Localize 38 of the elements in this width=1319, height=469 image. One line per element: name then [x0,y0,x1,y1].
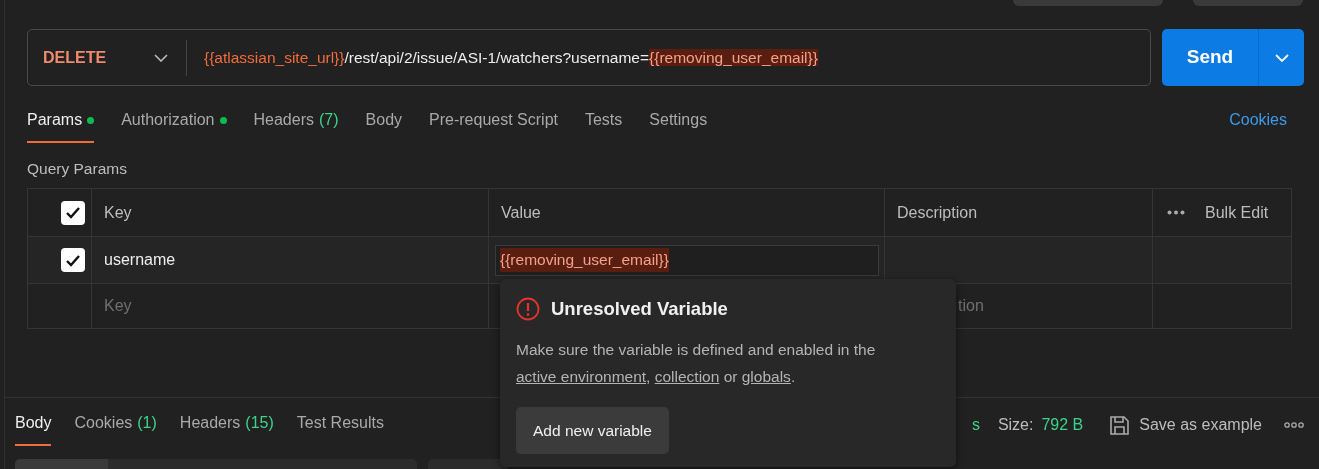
response-time: s [971,415,980,435]
url-bar[interactable]: DELETE {{atlassian_site_url}}/rest/api/2/issue/ASI-1/watchers?username={{removing_user_email}} [27,29,1151,86]
checkbox[interactable] [61,200,85,225]
url-text: {{atlassian_site_url}}/rest/api/2/issue/ASI-1/watchers?username={{removing_user_email}} [203,47,818,68]
save-icon [1109,414,1131,436]
size-value: 792 B [1041,415,1084,435]
popover-title: Unresolved Variable [551,297,728,321]
tab[interactable]: Headers (7) [253,108,339,143]
checkbox[interactable] [61,248,85,272]
error-icon [516,296,540,321]
bulk-edit-link[interactable]: Bulk Edit [1205,200,1269,225]
caret-icon [154,53,168,62]
section-title: Query Params [26,159,128,179]
tab[interactable]: Tests [584,108,623,143]
save-as-example-button[interactable]: Save as example [1109,413,1262,437]
caret-icon [1274,53,1289,62]
check-icon [65,253,81,267]
value-field[interactable]: {{removing_user_email}} [495,244,879,276]
tab[interactable]: Test Results [296,411,384,446]
table-cell: username [91,237,488,283]
tab[interactable]: Authorization [121,108,227,143]
tab[interactable]: Headers (15) [179,411,274,446]
tab[interactable]: Body [365,108,403,143]
more-icon[interactable] [1284,422,1304,428]
method-dropdown[interactable]: DELETE [28,30,186,85]
variable-scope-link[interactable]: collection [654,367,720,385]
add-variable-button[interactable]: Add new variable [516,406,669,454]
check-icon [65,206,81,219]
variable-scope-link[interactable]: globals [741,367,791,385]
popover-message: Make sure the variable is defined and enabled in the active environment, collection or globals. [516,339,877,387]
tab[interactable]: Pre-request Script [429,108,558,143]
tab[interactable]: Body [15,411,52,446]
tab[interactable]: Settings [649,108,708,143]
size-label: Size: [997,415,1034,435]
tab[interactable]: Params [27,108,95,143]
cookies-link[interactable]: Cookies [1229,108,1287,143]
tab[interactable]: Cookies (1) [74,411,157,446]
more-icon[interactable] [1167,210,1185,215]
